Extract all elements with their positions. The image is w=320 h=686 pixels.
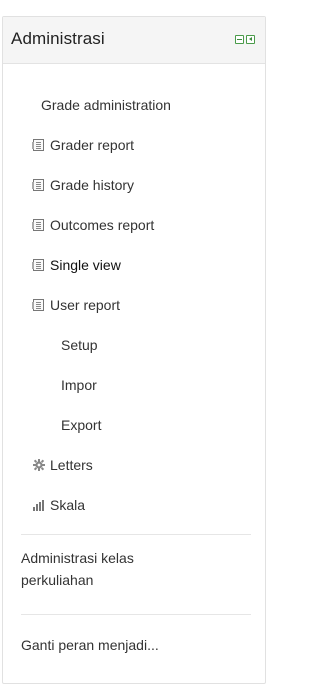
user-report-label: User report [50,297,121,313]
setup-label: Setup [61,337,98,353]
letters-label: Letters [50,457,93,473]
course-admin-line2: perkuliahan [21,572,94,588]
course-admin-line1: Administrasi kelas [21,550,134,566]
nav-setup[interactable]: Setup [61,337,98,353]
nav-outcomes-report[interactable]: Outcomes report [32,217,154,233]
block-header: Administrasi [3,17,265,64]
nav-grade-administration[interactable]: Grade administration [41,97,171,113]
outcomes-report-label: Outcomes report [50,217,155,233]
nav-course-administration[interactable]: Administrasi kelas perkuliahan [21,547,134,591]
report-icon [32,178,46,192]
gear-icon [32,458,46,472]
report-icon [32,258,46,272]
report-icon [32,218,46,232]
grader-report-label: Grader report [50,137,135,153]
nav-single-view[interactable]: Single view [32,257,121,273]
single-view-label: Single view [50,257,121,273]
nav-skala[interactable]: Skala [32,497,85,513]
nav-grade-history[interactable]: Grade history [32,177,134,193]
nav-letters[interactable]: Letters [32,457,93,473]
switch-role-label: Ganti peran menjadi... [21,637,159,653]
block-title: Administrasi [11,29,105,48]
nav-grader-report[interactable]: Grader report [32,137,134,153]
admin-block: Administrasi Grade administration Grader… [2,16,266,684]
bar-chart-icon [32,498,46,512]
nav-switch-role[interactable]: Ganti peran menjadi... [21,637,159,653]
dock-icon[interactable] [246,35,255,44]
export-label: Export [61,417,102,433]
block-controls [235,35,255,44]
report-icon [32,138,46,152]
minus-icon[interactable] [235,35,244,44]
divider [21,534,251,535]
impor-label: Impor [61,377,97,393]
grade-history-label: Grade history [50,177,135,193]
skala-label: Skala [50,497,86,513]
report-icon [32,298,46,312]
grade-administration-label: Grade administration [41,97,171,113]
divider [21,614,251,615]
nav-impor[interactable]: Impor [61,377,97,393]
nav-export[interactable]: Export [61,417,101,433]
nav-user-report[interactable]: User report [32,297,120,313]
